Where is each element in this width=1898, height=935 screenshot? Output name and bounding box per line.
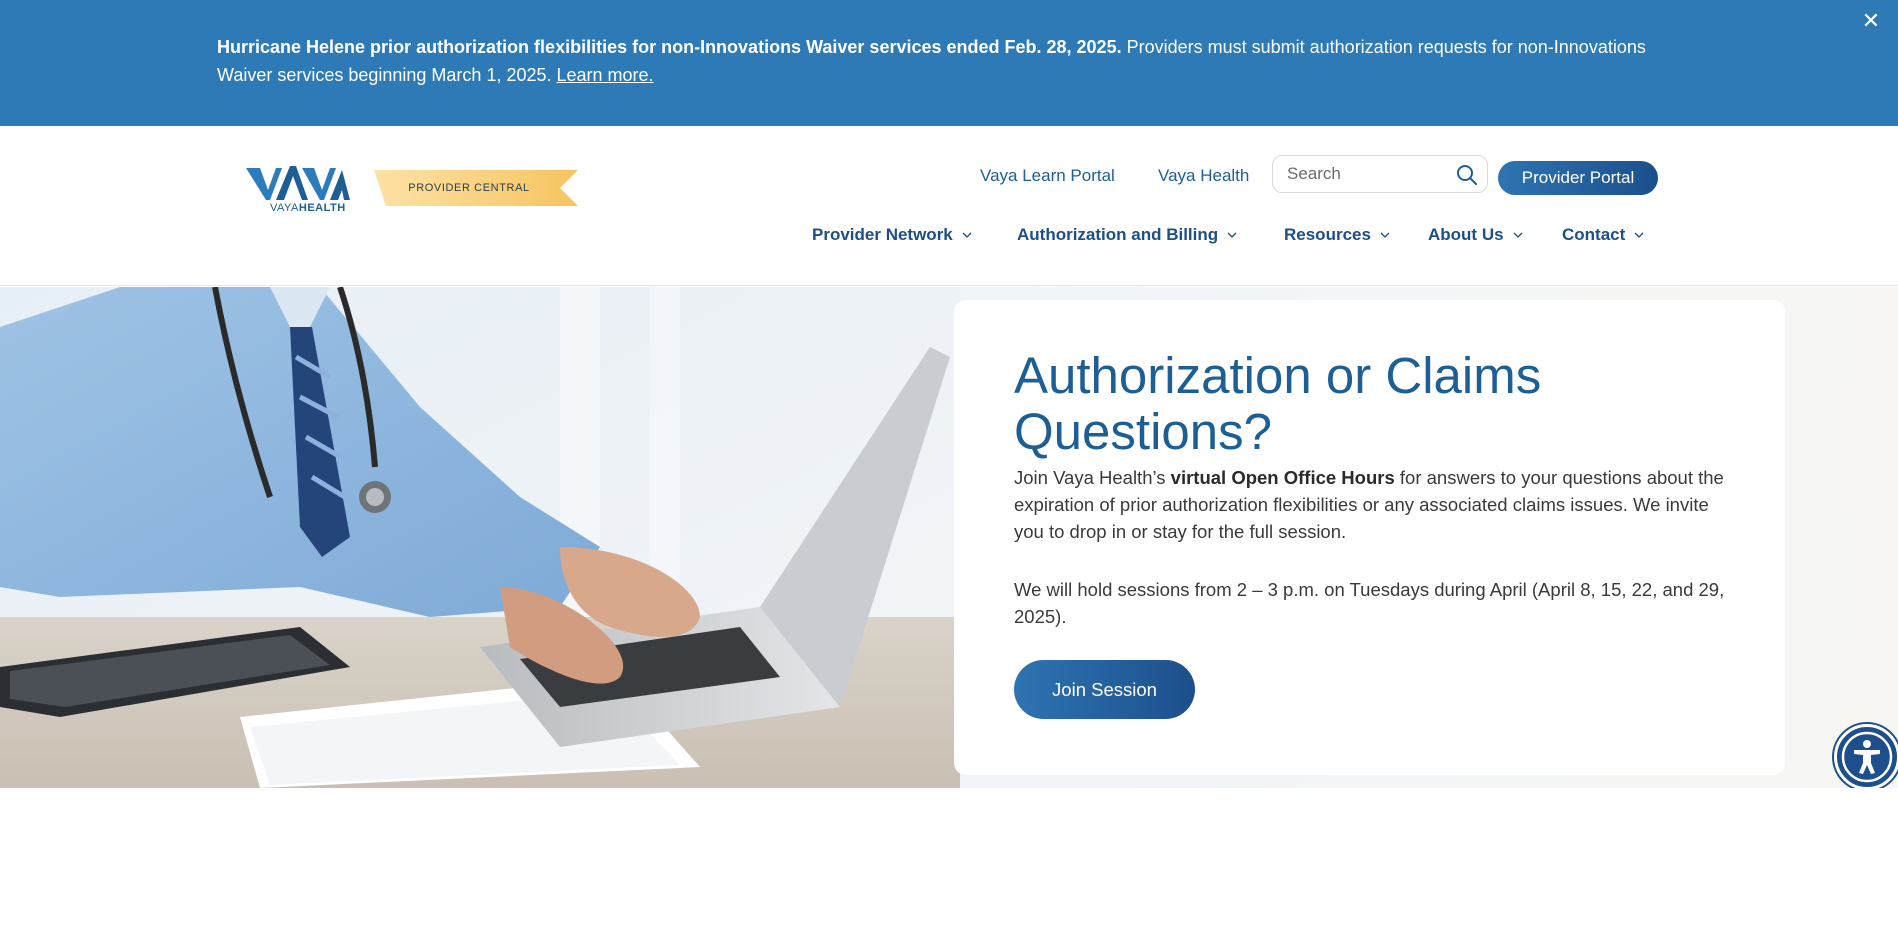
alert-message: Hurricane Helene prior authorization fle… [217,33,1657,89]
nav-authorization-billing[interactable]: Authorization and Billing [1017,222,1237,248]
hero-card: Authorization or Claims Questions? Join … [954,300,1785,775]
search-icon[interactable] [1455,163,1479,187]
nav-label: Authorization and Billing [1017,225,1219,244]
chevron-down-icon [1634,232,1644,238]
provider-portal-button[interactable]: Provider Portal [1498,161,1658,195]
alert-headline: Hurricane Helene prior authorization fle… [217,37,1122,57]
hero-paragraph-2: We will hold sessions from 2 – 3 p.m. on… [1014,579,1725,627]
provider-central-label: PROVIDER CENTRAL [408,182,530,194]
chevron-down-icon [1227,232,1237,238]
hero-title: Authorization or Claims Questions? [1014,347,1542,460]
logo-word-light: VAYA [270,202,299,214]
search-box[interactable] [1272,155,1488,193]
nav-resources[interactable]: Resources [1284,222,1390,248]
nav-label: Contact [1562,225,1626,244]
hero-section: Authorization or Claims Questions? Join … [0,287,1898,788]
join-session-button[interactable]: Join Session [1014,660,1195,719]
alert-banner: Hurricane Helene prior authorization fle… [0,0,1898,126]
nav-provider-network[interactable]: Provider Network [812,222,972,248]
vaya-health-link[interactable]: Vaya Health [1158,166,1249,186]
alert-learn-more-link[interactable]: Learn more. [557,65,654,85]
chevron-down-icon [962,232,972,238]
accessibility-icon [1841,731,1893,783]
nav-label: Resources [1284,225,1371,244]
nav-label: Provider Network [812,225,953,244]
hero-p1-start: Join Vaya Health’s [1014,467,1171,488]
nav-contact[interactable]: Contact [1562,222,1644,248]
site-header: VAYAHEALTH PROVIDER CENTRAL Vaya Learn P… [0,126,1898,286]
nav-about-us[interactable]: About Us [1428,222,1523,248]
hero-paragraph-1: Join Vaya Health’s virtual Open Office H… [1014,464,1734,545]
hero-p1-bold: virtual Open Office Hours [1170,467,1395,488]
search-input[interactable] [1287,163,1447,185]
doctor-laptop-photo [0,287,960,788]
chevron-down-icon [1513,232,1523,238]
chevron-down-icon [1380,232,1390,238]
logo-wordmark: VAYAHEALTH [270,202,346,214]
logo-word-bold: HEALTH [298,202,346,214]
nav-label: About Us [1428,225,1504,244]
accessibility-button[interactable] [1834,724,1898,788]
vaya-learn-portal-link[interactable]: Vaya Learn Portal [980,166,1115,186]
close-icon[interactable]: ✕ [1858,8,1884,34]
